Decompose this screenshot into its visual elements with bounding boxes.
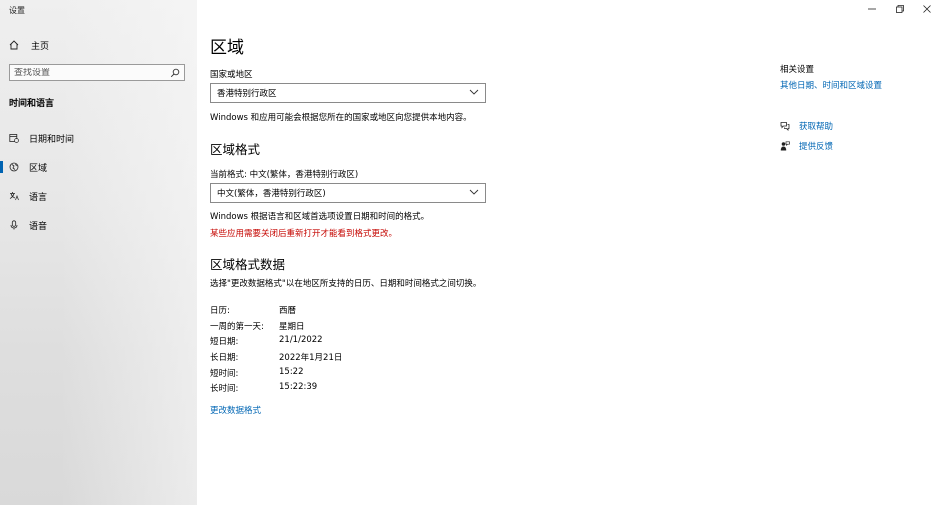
sidebar-item-language[interactable]: 语言 bbox=[0, 188, 197, 204]
related-settings-title: 相关设置 bbox=[780, 65, 815, 75]
country-description: Windows 和应用可能会根据您所在的国家或地区向您提供本地内容。 bbox=[210, 113, 472, 123]
sidebar-item-label: 日期和时间 bbox=[29, 134, 75, 145]
data-key-long-date: 长日期: bbox=[210, 353, 239, 363]
get-help-link[interactable]: 获取帮助 bbox=[780, 120, 833, 132]
feedback-link[interactable]: 提供反馈 bbox=[780, 140, 833, 152]
close-button[interactable] bbox=[913, 0, 941, 18]
data-key-first-day: 一周的第一天: bbox=[210, 322, 264, 332]
main-content: 区域 国家或地区 香港特别行政区 Windows 和应用可能会根据您所在的国家或… bbox=[197, 0, 942, 505]
help-chat-icon bbox=[780, 121, 790, 131]
chevron-down-icon bbox=[469, 88, 479, 98]
data-value-calendar: 西曆 bbox=[279, 306, 297, 316]
data-value-long-date: 2022年1月21日 bbox=[279, 353, 343, 363]
format-description: Windows 根据语言和区域首选项设置日期和时间的格式。 bbox=[210, 212, 430, 222]
format-dropdown-value: 中文(繁体，香港特别行政区) bbox=[217, 189, 326, 199]
sidebar-item-label: 语音 bbox=[29, 221, 48, 232]
maximize-button[interactable] bbox=[886, 0, 914, 18]
sidebar-item-region[interactable]: 区域 bbox=[0, 159, 197, 175]
format-dropdown[interactable]: 中文(繁体，香港特别行政区) bbox=[210, 183, 486, 203]
search-box[interactable] bbox=[9, 64, 185, 81]
page-title: 区域 bbox=[210, 38, 244, 58]
search-icon[interactable] bbox=[170, 68, 180, 78]
data-value-first-day: 星期日 bbox=[279, 322, 305, 332]
app-title: 设置 bbox=[9, 6, 25, 15]
section-header: 时间和语言 bbox=[9, 99, 55, 109]
format-data-description: 选择"更改数据格式"以在地区所支持的日历、日期和时间格式之间切换。 bbox=[210, 279, 482, 289]
calendar-clock-icon bbox=[9, 133, 19, 143]
restore-icon bbox=[896, 5, 904, 13]
change-data-format-link[interactable]: 更改数据格式 bbox=[210, 404, 261, 416]
settings-window: 设置 主页 时间和语言 日期和时间 区域 bbox=[0, 0, 942, 505]
country-dropdown-value: 香港特别行政区 bbox=[217, 89, 277, 99]
data-key-short-time: 短时间: bbox=[210, 369, 239, 379]
sidebar-item-speech[interactable]: 语音 bbox=[0, 217, 197, 233]
language-icon bbox=[9, 191, 19, 201]
data-value-short-date: 21/1/2022 bbox=[279, 335, 323, 345]
format-warning: 某些应用需要关闭后重新打开才能看到格式更改。 bbox=[210, 229, 398, 239]
data-value-long-time: 15:22:39 bbox=[279, 382, 318, 392]
globe-region-icon bbox=[9, 162, 19, 172]
close-icon bbox=[923, 5, 931, 13]
sidebar-item-label: 区域 bbox=[29, 163, 48, 174]
sidebar-home-label: 主页 bbox=[31, 41, 50, 52]
chevron-down-icon bbox=[469, 188, 479, 198]
data-key-calendar: 日历: bbox=[210, 306, 230, 316]
other-date-time-region-link[interactable]: 其他日期、时间和区域设置 bbox=[780, 79, 882, 91]
data-value-short-time: 15:22 bbox=[279, 367, 304, 377]
country-dropdown[interactable]: 香港特别行政区 bbox=[210, 83, 486, 103]
sidebar-home[interactable]: 主页 bbox=[9, 38, 49, 52]
feedback-label: 提供反馈 bbox=[799, 142, 834, 152]
country-label: 国家或地区 bbox=[210, 70, 253, 80]
minimize-icon bbox=[868, 8, 876, 10]
sidebar-item-date-time[interactable]: 日期和时间 bbox=[0, 130, 197, 146]
current-format-label: 当前格式: 中文(繁体，香港特别行政区) bbox=[210, 170, 359, 180]
sidebar: 设置 主页 时间和语言 日期和时间 区域 bbox=[0, 0, 197, 505]
search-input[interactable] bbox=[14, 67, 170, 78]
home-icon bbox=[9, 40, 19, 50]
get-help-label: 获取帮助 bbox=[799, 122, 834, 132]
format-data-heading: 区域格式数据 bbox=[210, 257, 286, 272]
data-key-short-date: 短日期: bbox=[210, 337, 239, 347]
minimize-button[interactable] bbox=[858, 0, 886, 18]
microphone-icon bbox=[9, 220, 19, 230]
data-key-long-time: 长时间: bbox=[210, 384, 239, 394]
feedback-icon bbox=[780, 141, 790, 151]
sidebar-item-label: 语言 bbox=[29, 192, 48, 203]
format-heading: 区域格式 bbox=[210, 142, 261, 157]
